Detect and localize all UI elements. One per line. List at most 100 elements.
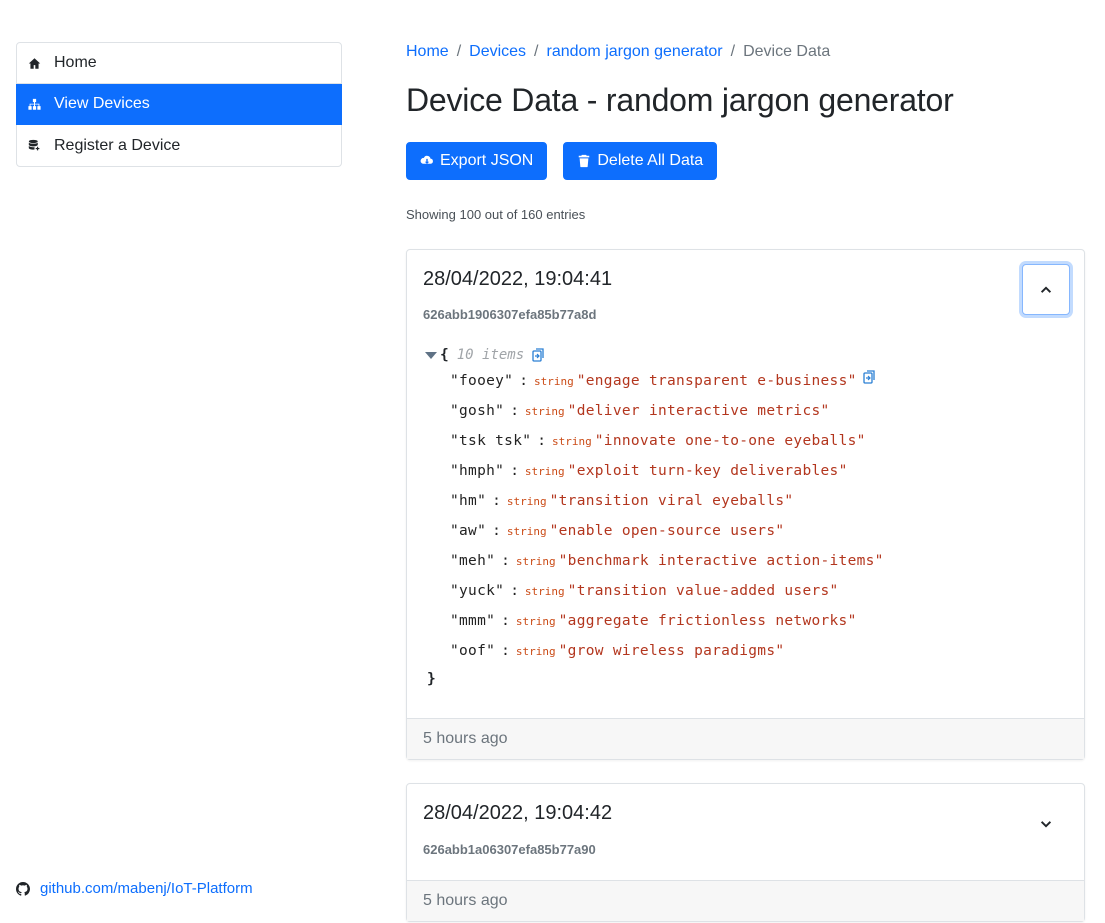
json-colon: :: [537, 433, 547, 449]
delete-all-data-button[interactable]: Delete All Data: [563, 142, 718, 180]
json-value: "exploit turn-key deliverables": [567, 463, 848, 479]
json-type-label: string: [506, 494, 547, 508]
json-type-label: string: [515, 644, 556, 658]
json-row: "fooey": string "engage transparent e-busi…: [425, 366, 1068, 396]
sidebar-item-register-device[interactable]: Register a Device: [17, 125, 341, 166]
json-colon: :: [510, 463, 519, 479]
data-entry-card: 28/04/2022, 19:04:41 626abb1906307efa85b…: [406, 249, 1085, 760]
breadcrumb-devices[interactable]: Devices: [469, 43, 526, 61]
json-value: "enable open-source users": [549, 523, 785, 539]
github-link[interactable]: github.com/mabenj/IoT-Platform: [16, 880, 253, 897]
export-json-button[interactable]: Export JSON: [406, 142, 548, 180]
json-value: "engage transparent e-business": [576, 373, 857, 389]
entry-footer: 5 hours ago: [407, 718, 1084, 759]
json-colon: :: [501, 643, 510, 659]
json-key: "mmm": [450, 613, 496, 629]
delete-all-data-label: Delete All Data: [597, 152, 704, 169]
trash-icon: [577, 154, 591, 168]
sidebar-item-view-devices[interactable]: View Devices: [16, 84, 342, 125]
collapse-toggle-button[interactable]: [1022, 264, 1070, 315]
json-colon: :: [492, 523, 501, 539]
sidebar-item-label: Register a Device: [54, 136, 181, 154]
json-colon: :: [510, 403, 519, 419]
json-type-label: string: [515, 554, 556, 568]
breadcrumb: Home / Devices / random jargon generator…: [406, 43, 830, 61]
database-plus-icon: [27, 139, 41, 153]
json-type-label: string: [552, 434, 592, 448]
copy-icon[interactable]: [532, 348, 545, 362]
json-colon: :: [501, 553, 510, 569]
json-type-label: string: [515, 614, 556, 628]
entries-info: Showing 100 out of 160 entries: [406, 207, 586, 222]
json-value: "grow wireless paradigms": [558, 643, 785, 659]
data-entry-card: 28/04/2022, 19:04:42 626abb1a06307efa85b…: [406, 783, 1085, 922]
json-type-label: string: [533, 374, 574, 388]
sidebar-item-label: View Devices: [54, 95, 150, 112]
github-link-label: github.com/mabenj/IoT-Platform: [40, 880, 253, 897]
entry-id: 626abb1a06307efa85b77a90: [423, 842, 596, 857]
sidebar-item-home[interactable]: Home: [17, 43, 341, 84]
entry-timestamp: 28/04/2022, 19:04:42: [423, 802, 613, 824]
chevron-down-icon: [1040, 820, 1052, 828]
json-key: "tsk tsk": [450, 433, 532, 449]
json-row: "tsk tsk": string "innovate one-to-one eye…: [425, 426, 1068, 456]
json-key: "fooey": [450, 373, 514, 389]
json-key: "aw": [450, 523, 487, 539]
json-row: "meh": string "benchmark interactive actio…: [425, 546, 1068, 576]
json-colon: :: [510, 583, 519, 599]
json-type-label: string: [524, 584, 565, 598]
sitemap-icon: [27, 97, 41, 111]
breadcrumb-device[interactable]: random jargon generator: [547, 43, 723, 61]
export-json-label: Export JSON: [440, 152, 534, 169]
json-open-brace: {: [440, 347, 449, 363]
json-key: "meh": [450, 553, 496, 569]
json-key: "yuck": [450, 583, 505, 599]
breadcrumb-current: Device Data: [743, 43, 831, 60]
json-type-label: string: [506, 524, 547, 538]
json-value: "transition viral eyeballs": [549, 493, 794, 509]
breadcrumb-separator: /: [534, 43, 539, 60]
action-buttons: Export JSON Delete All Data: [406, 142, 718, 180]
json-value: "deliver interactive metrics": [567, 403, 830, 419]
json-key: "gosh": [450, 403, 505, 419]
json-value: "aggregate frictionless networks": [558, 613, 857, 629]
home-icon: [27, 56, 41, 70]
json-item-count: 10 items: [456, 347, 525, 363]
json-value: "benchmark interactive action-items": [558, 553, 884, 569]
json-close-brace: }: [427, 671, 436, 687]
chevron-up-icon: [1040, 285, 1052, 293]
json-row: "mmm": string "aggregate frictionless netw…: [425, 606, 1068, 636]
json-key: "oof": [450, 643, 496, 659]
json-colon: :: [519, 373, 528, 389]
entry-id: 626abb1906307efa85b77a8d: [423, 307, 597, 322]
entry-footer: 5 hours ago: [407, 880, 1084, 921]
json-row: "oof": string "grow wireless paradigms": [425, 636, 1068, 666]
json-colon: :: [492, 493, 501, 509]
github-icon: [16, 881, 30, 896]
json-row: "yuck": string "transition value-added use…: [425, 576, 1068, 606]
json-row: "aw": string "enable open-source users": [425, 516, 1068, 546]
json-value: "innovate one-to-one eyeballs": [594, 433, 866, 449]
breadcrumb-separator: /: [456, 43, 462, 60]
sidebar-item-label: Home: [54, 54, 97, 71]
json-value: "transition value-added users": [567, 583, 839, 599]
json-key: "hm": [450, 493, 487, 509]
breadcrumb-home[interactable]: Home: [406, 43, 449, 61]
breadcrumb-separator: /: [730, 43, 736, 60]
json-row: "hm": string "transition viral eyeballs": [425, 486, 1068, 516]
json-type-label: string: [524, 404, 565, 418]
json-colon: :: [501, 613, 510, 629]
expand-toggle-button[interactable]: [1022, 798, 1070, 849]
json-row: "gosh": string "deliver interactive metric…: [425, 396, 1068, 426]
json-key: "hmph": [450, 463, 505, 479]
sidebar-nav: Home View Devices Register a Device: [16, 42, 342, 167]
json-rows: "fooey": string "engage transparent e-busi…: [425, 366, 1068, 666]
json-row: "hmph": string "exploit turn-key deliverab…: [425, 456, 1068, 486]
json-viewer: { 10 items "fooey": string "engage transpa…: [423, 344, 1068, 692]
page-title: Device Data - random jargon generator: [406, 82, 954, 118]
json-type-label: string: [524, 464, 565, 478]
cloud-download-icon: [420, 154, 434, 168]
caret-down-icon[interactable]: [425, 351, 437, 359]
entry-timestamp: 28/04/2022, 19:04:41: [423, 268, 613, 290]
copy-icon[interactable]: [862, 370, 876, 384]
